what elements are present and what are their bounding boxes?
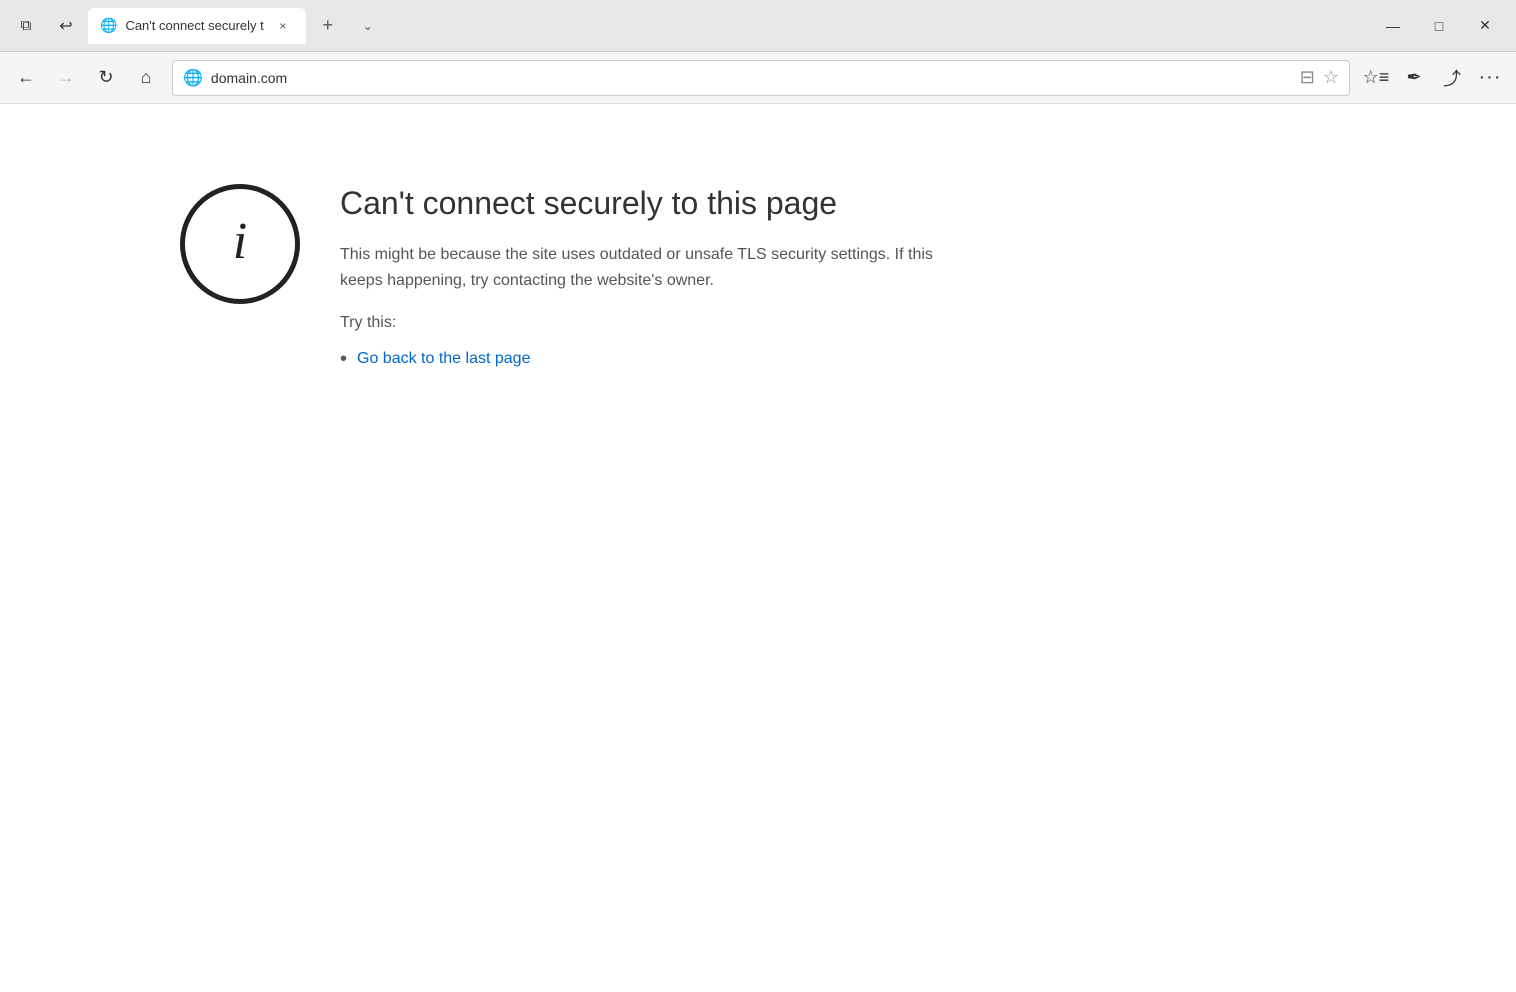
make-a-web-note-button[interactable]: ✒ bbox=[1396, 60, 1432, 96]
share-button[interactable]: ⤴ bbox=[1434, 60, 1470, 96]
error-text-block: Can't connect securely to this page This… bbox=[340, 184, 980, 379]
restore-button[interactable]: □ bbox=[1416, 0, 1462, 52]
new-tab-button[interactable]: + bbox=[310, 8, 346, 44]
error-icon: i bbox=[180, 184, 300, 304]
suggestion-item-1: Go back to the last page bbox=[340, 348, 980, 371]
address-globe-icon: 🌐 bbox=[183, 68, 203, 88]
refresh-button[interactable]: ↻ bbox=[88, 60, 124, 96]
tab-dropdown-icon: ⌄ bbox=[363, 19, 373, 33]
page-content: i Can't connect securely to this page Th… bbox=[0, 104, 1516, 992]
title-bar-left: ⧉ ↩ 🌐 Can't connect securely t × + ⌄ bbox=[8, 8, 386, 44]
new-tab-icon: + bbox=[323, 15, 334, 36]
tab-close-button[interactable]: × bbox=[272, 15, 294, 37]
reading-view-icon[interactable]: ⊟ bbox=[1300, 67, 1315, 88]
toolbar-right: ☆≡ ✒ ⤴ ··· bbox=[1358, 60, 1508, 96]
favorites-star-icon[interactable]: ☆ bbox=[1323, 67, 1339, 88]
address-text: domain.com bbox=[211, 70, 1292, 86]
address-bar-right: ⊟ ☆ bbox=[1300, 67, 1339, 88]
hub-button[interactable]: ☆≡ bbox=[1358, 60, 1394, 96]
close-icon: ✕ bbox=[1479, 17, 1491, 34]
suggestions-list: Go back to the last page bbox=[340, 348, 980, 371]
tab-title: Can't connect securely t bbox=[125, 18, 263, 33]
title-bar: ⧉ ↩ 🌐 Can't connect securely t × + ⌄ — □… bbox=[0, 0, 1516, 52]
tab-dropdown-button[interactable]: ⌄ bbox=[350, 8, 386, 44]
active-tab[interactable]: 🌐 Can't connect securely t × bbox=[88, 8, 306, 44]
minimize-button[interactable]: — bbox=[1370, 0, 1416, 52]
forward-icon: → bbox=[57, 67, 75, 88]
home-button[interactable]: ⌂ bbox=[128, 60, 164, 96]
pen-icon: ✒ bbox=[1406, 67, 1421, 88]
back-restore-button[interactable]: ↩ bbox=[48, 8, 84, 44]
nav-bar: ← → ↻ ⌂ 🌐 domain.com ⊟ ☆ ☆≡ ✒ ⤴ ··· bbox=[0, 52, 1516, 104]
forward-button[interactable]: → bbox=[48, 60, 84, 96]
more-button[interactable]: ··· bbox=[1472, 60, 1508, 96]
back-icon: ← bbox=[17, 67, 35, 88]
hub-icon: ☆≡ bbox=[1363, 67, 1390, 88]
address-bar[interactable]: 🌐 domain.com ⊟ ☆ bbox=[172, 60, 1350, 96]
more-icon: ··· bbox=[1479, 66, 1502, 89]
go-back-link[interactable]: Go back to the last page bbox=[357, 350, 530, 368]
refresh-icon: ↻ bbox=[98, 67, 113, 88]
close-button[interactable]: ✕ bbox=[1462, 0, 1508, 52]
error-container: i Can't connect securely to this page Th… bbox=[180, 184, 980, 379]
tab-favicon-icon: 🌐 bbox=[100, 17, 117, 34]
info-letter-icon: i bbox=[233, 216, 247, 268]
try-this-label: Try this: bbox=[340, 314, 980, 332]
minimize-icon: — bbox=[1386, 18, 1400, 34]
task-view-button[interactable]: ⧉ bbox=[8, 8, 44, 44]
back-restore-icon: ↩ bbox=[59, 16, 72, 36]
task-view-icon: ⧉ bbox=[21, 17, 32, 34]
home-icon: ⌂ bbox=[141, 67, 152, 88]
share-icon: ⤴ bbox=[1443, 65, 1461, 91]
error-title: Can't connect securely to this page bbox=[340, 184, 980, 222]
back-button[interactable]: ← bbox=[8, 60, 44, 96]
error-description: This might be because the site uses outd… bbox=[340, 242, 980, 293]
window-controls: — □ ✕ bbox=[1370, 0, 1508, 52]
restore-icon: □ bbox=[1435, 18, 1443, 34]
